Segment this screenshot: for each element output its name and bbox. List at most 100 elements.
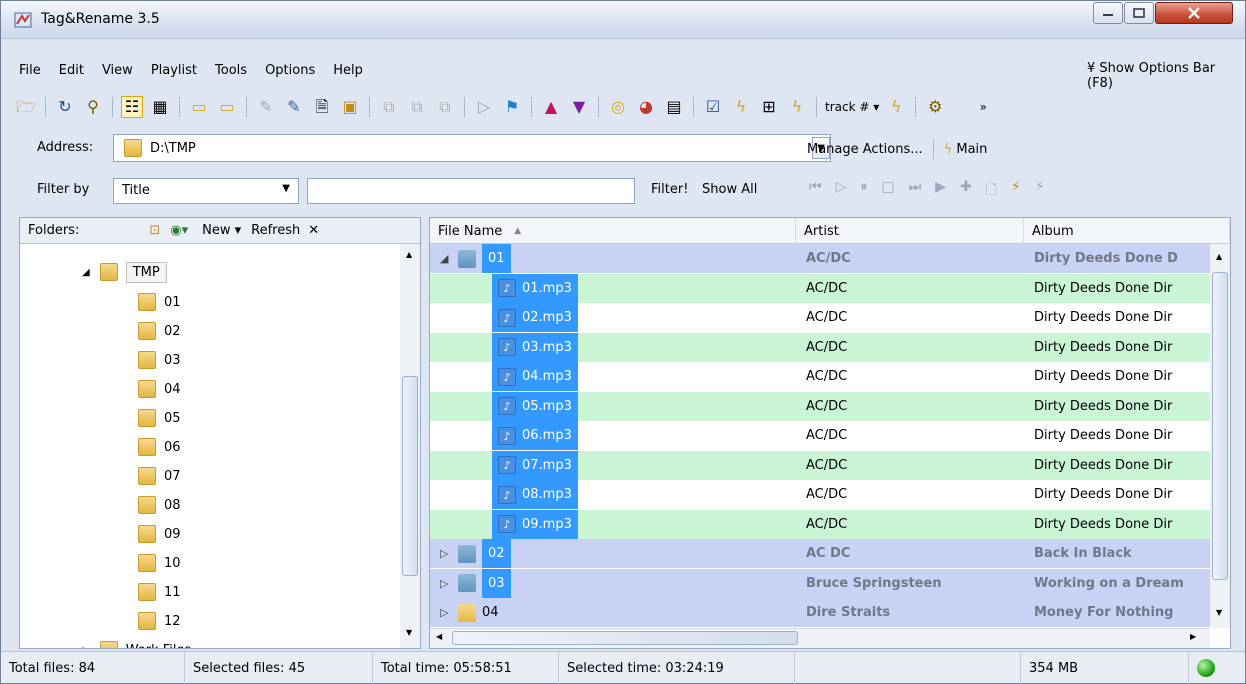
move-up-icon[interactable]: ▲ (540, 96, 562, 118)
close-panel-icon[interactable]: ✕ (308, 223, 319, 238)
refresh-button[interactable]: Refresh (251, 223, 300, 238)
lightning-rename-icon[interactable]: ϟ (786, 96, 808, 118)
tree-node-folder[interactable]: 04 (138, 375, 181, 403)
column-header-artist[interactable]: Artist (796, 218, 1024, 244)
expanded-arrow-icon[interactable]: ◢ (440, 252, 450, 265)
filter-button[interactable]: Filter! (651, 182, 688, 197)
tree-node-folder[interactable]: 03 (138, 346, 181, 374)
settings-icon[interactable]: ⚙ (924, 96, 946, 118)
tree-node-folder[interactable]: 08 (138, 491, 181, 519)
pause-icon[interactable]: ⏸ (860, 179, 867, 203)
rename-icon[interactable]: ⊞ (758, 96, 780, 118)
play-flag-icon[interactable]: ⚑ (501, 96, 523, 118)
calculator-icon[interactable]: ▤ (663, 96, 685, 118)
toolbar-overflow-icon[interactable]: » (972, 96, 994, 118)
scroll-left-icon[interactable]: ◀ (436, 632, 442, 641)
tree-node-folder[interactable]: 05 (138, 404, 181, 432)
link-disabled-icon[interactable]: ⚡ (1035, 179, 1045, 203)
track-number-dropdown[interactable]: track # ▾ (825, 100, 879, 114)
add-to-playlist-icon[interactable]: ▶ (935, 179, 946, 203)
folder-right-icon[interactable]: ▭ (216, 96, 238, 118)
next-track-icon[interactable]: ⏭ (909, 179, 922, 203)
folder-group-row[interactable]: ▷ 03 Bruce Springsteen Working on a Dream (430, 568, 1210, 598)
tree-node-folder[interactable]: 02 (138, 317, 181, 345)
link-icon[interactable]: ⚡ (1011, 179, 1021, 203)
scroll-down-icon[interactable]: ▼ (406, 628, 412, 637)
copy-icon[interactable]: ⧉ (378, 96, 400, 118)
menu-help[interactable]: Help (333, 63, 363, 78)
scrollbar-thumb[interactable] (452, 631, 798, 645)
show-all-button[interactable]: Show All (702, 182, 757, 197)
scrollbar-thumb[interactable] (402, 376, 418, 576)
file-row[interactable]: ♪ 04.mp3 AC/DC Dirty Deeds Done Dir (430, 362, 1210, 391)
show-options-bar-button[interactable]: ¥ Show Options Bar (F8) (1087, 61, 1245, 91)
collapsed-arrow-icon[interactable]: ▷ (440, 606, 450, 619)
play-icon[interactable]: ▷ (836, 179, 847, 203)
address-input[interactable]: D:\TMP ▼ (113, 134, 831, 162)
file-row[interactable]: ♪ 06.mp3 AC/DC Dirty Deeds Done Dir (430, 421, 1210, 450)
list-scrollbar[interactable]: ▲ ▼ (1210, 244, 1230, 628)
scroll-down-icon[interactable]: ▼ (1216, 608, 1222, 617)
tree-node-folder[interactable]: 07 (138, 462, 181, 490)
file-row[interactable]: ♪ 05.mp3 AC/DC Dirty Deeds Done Dir (430, 391, 1210, 421)
menu-view[interactable]: View (102, 63, 133, 78)
menu-file[interactable]: File (19, 63, 41, 78)
scroll-up-icon[interactable]: ▲ (406, 250, 412, 259)
tree-view-icon[interactable]: ☷ (121, 96, 143, 118)
main-action-button[interactable]: ϟ Main (944, 142, 988, 157)
paste-icon[interactable]: ⧉ (406, 96, 428, 118)
check-box-icon[interactable]: ☑ (702, 96, 724, 118)
filter-input[interactable] (307, 178, 635, 204)
previous-track-icon[interactable]: ⏮ (809, 179, 822, 203)
file-row[interactable]: ♪ 09.mp3 AC/DC Dirty Deeds Done Dir (430, 509, 1210, 539)
tree-node-folder[interactable]: 12 (138, 607, 181, 635)
folder-up-icon[interactable]: ⊡ (149, 223, 160, 238)
favorites-icon[interactable]: ◉▾ (170, 223, 188, 238)
refresh-icon[interactable]: ↻ (54, 96, 76, 118)
move-down-icon[interactable]: ▼ (568, 96, 590, 118)
scrollbar-thumb[interactable] (1212, 272, 1228, 580)
tree-node-folder[interactable]: 10 (138, 549, 181, 577)
edit-document-icon[interactable]: 🗎 (311, 96, 333, 118)
auto-number-icon[interactable]: ϟ (885, 96, 907, 118)
menu-options[interactable]: Options (265, 63, 315, 78)
stop-icon[interactable]: □ (881, 179, 894, 203)
maximize-button[interactable] (1124, 2, 1154, 24)
globe-icon[interactable]: ◕ (635, 96, 657, 118)
playlist-add-icon[interactable]: ✚ (960, 179, 972, 203)
folder-group-row[interactable]: ▷ 02 AC DC Back In Black (430, 539, 1210, 568)
scroll-up-icon[interactable]: ▲ (1216, 252, 1222, 261)
scroll-right-icon[interactable]: ▶ (1190, 632, 1196, 641)
tree-node-folder[interactable]: 11 (138, 578, 181, 606)
menu-tools[interactable]: Tools (215, 63, 247, 78)
column-header-file-name[interactable]: File Name ▲ (430, 218, 796, 244)
tree-node-folder[interactable]: 06 (138, 433, 181, 461)
lightning-tag-icon[interactable]: ϟ (730, 96, 752, 118)
file-row[interactable]: ♪ 07.mp3 AC/DC Dirty Deeds Done Dir (430, 450, 1210, 480)
search-icon[interactable]: ⚲ (82, 96, 104, 118)
open-folder-icon[interactable]: 🗁 (15, 96, 37, 118)
file-row[interactable]: ♪ 03.mp3 AC/DC Dirty Deeds Done Dir (430, 332, 1210, 362)
tree-node-tmp[interactable]: ◢ TMP (82, 258, 167, 286)
paste-special-icon[interactable]: ⧉ (434, 96, 456, 118)
file-row[interactable]: ♪ 08.mp3 AC/DC Dirty Deeds Done Dir (430, 480, 1210, 509)
grid-view-icon[interactable]: ▦ (149, 96, 171, 118)
folder-group-row[interactable]: ◢ 01 AC/DC Dirty Deeds Done D (430, 244, 1210, 273)
cd-icon[interactable]: ◎ (607, 96, 629, 118)
close-button[interactable] (1155, 2, 1233, 24)
folder-tag-icon[interactable]: ▣ (339, 96, 361, 118)
filter-field-select[interactable]: Title ▼ (113, 178, 299, 204)
tree-node-folder[interactable]: 01 (138, 288, 181, 316)
column-header-album[interactable]: Album (1024, 218, 1230, 244)
pencil-icon[interactable]: ✎ (283, 96, 305, 118)
tree-node-folder[interactable]: 09 (138, 520, 181, 548)
folder-left-icon[interactable]: ▭ (188, 96, 210, 118)
file-row[interactable]: ♪ 02.mp3 AC/DC Dirty Deeds Done Dir (430, 303, 1210, 332)
file-row[interactable]: ♪ 01.mp3 AC/DC Dirty Deeds Done Dir (430, 273, 1210, 303)
new-playlist-icon[interactable]: 🗋 (986, 179, 997, 203)
folder-group-row[interactable]: ▷ 04 Dire Straits Money For Nothing (430, 598, 1210, 627)
manage-actions-button[interactable]: Manage Actions... (807, 142, 923, 157)
folders-scrollbar[interactable]: ▲ ▼ (400, 244, 420, 648)
collapsed-arrow-icon[interactable]: ▷ (440, 547, 450, 560)
minimize-button[interactable] (1093, 2, 1123, 24)
